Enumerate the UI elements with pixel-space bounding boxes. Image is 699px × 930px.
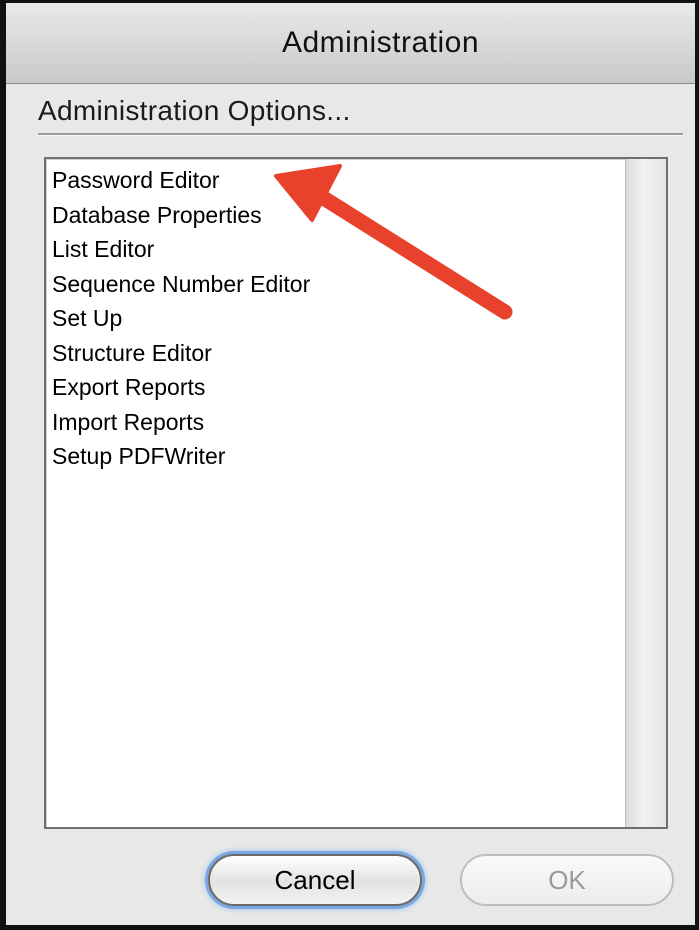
list-item-sequence-number-editor[interactable]: Sequence Number Editor	[52, 267, 616, 302]
options-list-items: Password Editor Database Properties List…	[52, 163, 616, 474]
list-item-database-properties[interactable]: Database Properties	[52, 198, 616, 233]
list-item-password-editor[interactable]: Password Editor	[52, 163, 616, 198]
list-item-export-reports[interactable]: Export Reports	[52, 370, 616, 405]
list-item-list-editor[interactable]: List Editor	[52, 232, 616, 267]
window-title: Administration	[281, 26, 480, 59]
administration-dialog: Administration Administration Options...…	[0, 0, 699, 930]
heading-separator	[38, 133, 683, 136]
title-bar[interactable]: Administration	[6, 3, 695, 84]
options-heading: Administration Options...	[38, 95, 351, 126]
ok-button[interactable]: OK	[460, 854, 674, 906]
list-item-import-reports[interactable]: Import Reports	[52, 405, 616, 440]
list-item-setup-pdfwriter[interactable]: Setup PDFWriter	[52, 439, 616, 474]
vertical-scrollbar[interactable]	[625, 159, 666, 827]
list-item-set-up[interactable]: Set Up	[52, 301, 616, 336]
list-item-structure-editor[interactable]: Structure Editor	[52, 336, 616, 371]
cancel-button[interactable]: Cancel	[208, 854, 422, 906]
options-list[interactable]: Password Editor Database Properties List…	[44, 157, 668, 829]
